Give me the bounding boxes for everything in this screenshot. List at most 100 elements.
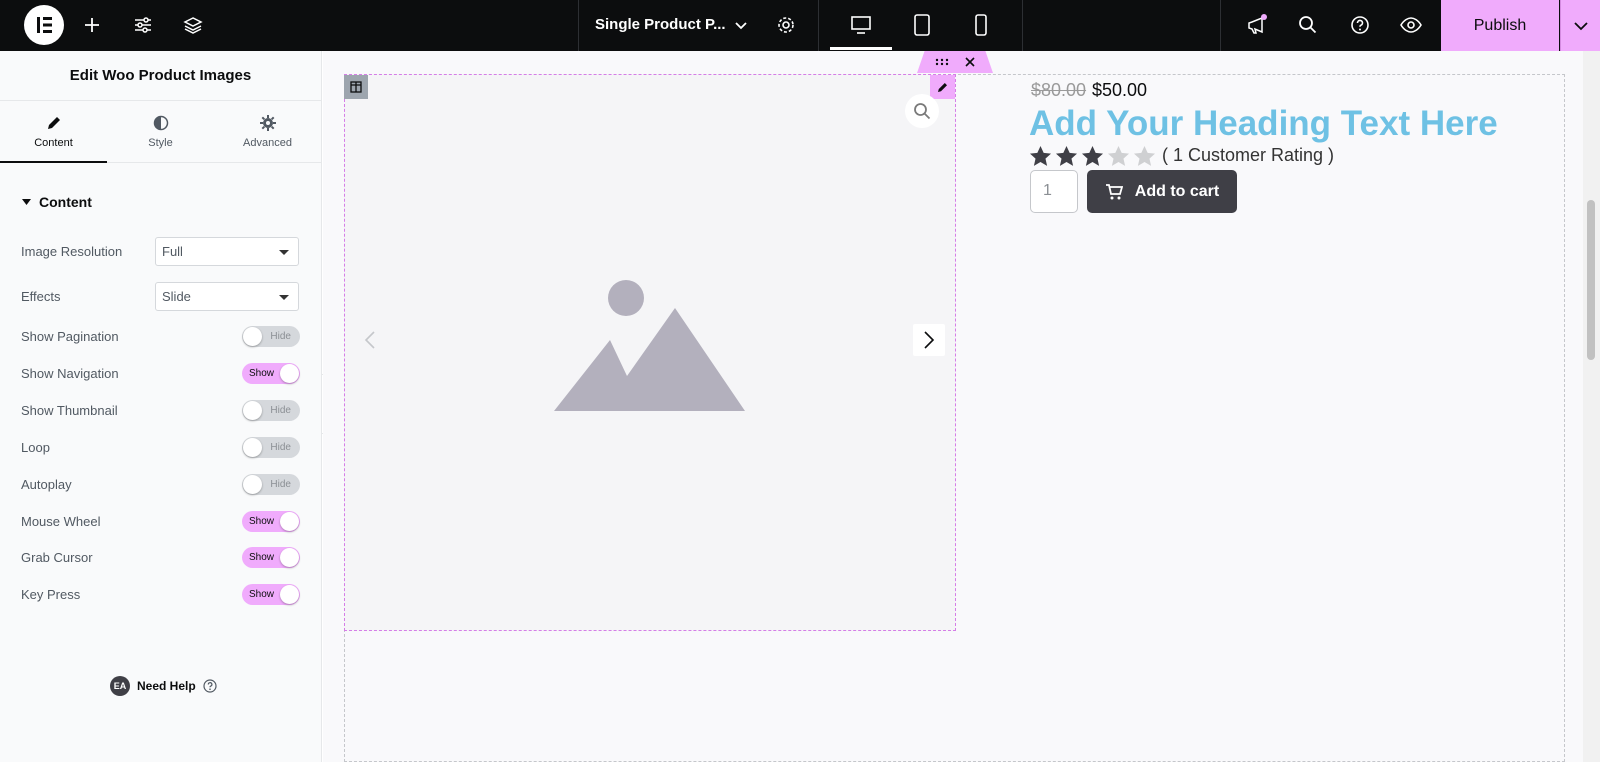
caret-down-icon bbox=[22, 199, 31, 205]
ea-logo-icon: EA bbox=[110, 676, 130, 696]
search-icon[interactable] bbox=[1296, 13, 1320, 37]
tab-label: Advanced bbox=[243, 136, 292, 149]
chevron-left-icon bbox=[364, 331, 375, 349]
caret-down-icon bbox=[279, 250, 289, 255]
show-thumbnail-label: Show Thumbnail bbox=[21, 403, 118, 418]
star-empty-icon bbox=[1107, 145, 1130, 166]
need-help-link[interactable]: EA Need Help bbox=[110, 676, 217, 696]
divider bbox=[818, 0, 819, 51]
product-heading[interactable]: Add Your Heading Text Here bbox=[1029, 104, 1498, 144]
grab-cursor-label: Grab Cursor bbox=[21, 550, 93, 565]
star-rating bbox=[1029, 145, 1156, 167]
publish-options-chevron-icon[interactable] bbox=[1560, 0, 1600, 51]
mouse-wheel-toggle[interactable]: Show bbox=[242, 511, 300, 532]
image-resolution-select[interactable]: Full bbox=[155, 237, 299, 266]
effects-label: Effects bbox=[21, 289, 61, 304]
scrollbar[interactable] bbox=[1583, 51, 1600, 762]
mouse-wheel-label: Mouse Wheel bbox=[21, 514, 101, 529]
elementor-logo-icon[interactable] bbox=[24, 5, 64, 45]
pencil-icon bbox=[47, 116, 60, 129]
key-press-toggle[interactable]: Show bbox=[242, 584, 300, 605]
toggle-state: Hide bbox=[270, 479, 291, 490]
star-filled-icon bbox=[1081, 145, 1104, 166]
star-filled-icon bbox=[1055, 145, 1078, 166]
cart-icon bbox=[1105, 183, 1123, 199]
divider bbox=[1220, 0, 1221, 51]
star-empty-icon bbox=[1133, 145, 1156, 166]
tab-content[interactable]: Content bbox=[0, 101, 107, 163]
divider bbox=[1022, 0, 1023, 51]
search-icon bbox=[914, 103, 931, 120]
toggle-state: Show bbox=[249, 368, 275, 379]
autoplay-label: Autoplay bbox=[21, 477, 72, 492]
help-icon[interactable] bbox=[1348, 13, 1372, 37]
panel-title: Edit Woo Product Images bbox=[0, 51, 321, 101]
zoom-button[interactable] bbox=[905, 94, 939, 128]
edit-widget-button[interactable] bbox=[930, 75, 955, 99]
show-pagination-toggle[interactable]: Hide bbox=[242, 326, 300, 347]
gear-icon bbox=[259, 114, 276, 131]
tab-style[interactable]: Style bbox=[107, 101, 214, 162]
star-filled-icon bbox=[1029, 145, 1052, 166]
divider bbox=[578, 0, 579, 51]
editor-panel: Edit Woo Product Images Content Style Ad… bbox=[0, 51, 322, 762]
toggle-state: Hide bbox=[270, 405, 291, 416]
active-device-indicator bbox=[830, 47, 892, 50]
eye-icon[interactable] bbox=[1399, 13, 1423, 37]
page-title[interactable]: Single Product P... bbox=[595, 16, 726, 33]
effects-select[interactable]: Slide bbox=[155, 282, 299, 311]
select-value: Slide bbox=[162, 289, 191, 304]
help-icon bbox=[203, 679, 217, 693]
scrollbar-thumb[interactable] bbox=[1587, 200, 1595, 360]
publish-button[interactable]: Publish bbox=[1441, 0, 1559, 51]
toggle-state: Show bbox=[249, 589, 275, 600]
content-section-toggle[interactable]: Content bbox=[22, 194, 92, 210]
widget-handle[interactable] bbox=[917, 51, 993, 73]
image-resolution-label: Image Resolution bbox=[21, 244, 123, 259]
next-slide-button[interactable] bbox=[913, 324, 945, 356]
show-pagination-label: Show Pagination bbox=[21, 329, 119, 344]
loop-toggle[interactable]: Hide bbox=[242, 437, 300, 458]
key-press-label: Key Press bbox=[21, 587, 81, 602]
column-handle[interactable] bbox=[344, 75, 368, 99]
section-title: Content bbox=[39, 194, 92, 210]
add-to-cart-label: Add to cart bbox=[1134, 182, 1220, 200]
gear-icon[interactable] bbox=[774, 13, 798, 37]
chevron-down-icon[interactable] bbox=[729, 13, 753, 37]
contrast-icon bbox=[153, 115, 168, 130]
quantity-input[interactable]: 1 bbox=[1030, 170, 1078, 213]
tab-label: Style bbox=[148, 136, 173, 149]
sale-price: $50.00 bbox=[1092, 80, 1148, 100]
prev-slide-button[interactable] bbox=[354, 324, 386, 356]
show-navigation-label: Show Navigation bbox=[21, 366, 119, 381]
drag-handle-icon[interactable] bbox=[935, 58, 949, 66]
chevron-right-icon bbox=[924, 331, 935, 349]
sliders-icon[interactable] bbox=[131, 13, 155, 37]
show-thumbnail-toggle[interactable]: Hide bbox=[242, 400, 300, 421]
mobile-icon[interactable] bbox=[969, 13, 993, 37]
select-value: Full bbox=[162, 244, 183, 259]
tablet-icon[interactable] bbox=[910, 13, 934, 37]
tab-label: Content bbox=[34, 136, 73, 149]
customer-rating-link[interactable]: ( 1 Customer Rating ) bbox=[1162, 145, 1334, 166]
toggle-state: Show bbox=[249, 552, 275, 563]
autoplay-toggle[interactable]: Hide bbox=[242, 474, 300, 495]
desktop-icon[interactable] bbox=[849, 13, 873, 37]
plus-icon[interactable] bbox=[80, 13, 104, 37]
caret-down-icon bbox=[279, 295, 289, 300]
add-to-cart-button[interactable]: Add to cart bbox=[1087, 170, 1237, 213]
layers-icon[interactable] bbox=[181, 13, 205, 37]
megaphone-icon[interactable] bbox=[1245, 13, 1269, 37]
loop-label: Loop bbox=[21, 440, 50, 455]
pencil-icon bbox=[937, 83, 947, 92]
close-icon[interactable] bbox=[965, 57, 975, 67]
panel-tabs: Content Style Advanced bbox=[0, 101, 321, 163]
show-navigation-toggle[interactable]: Show bbox=[242, 363, 300, 384]
toggle-state: Hide bbox=[270, 331, 291, 342]
column-icon bbox=[350, 81, 362, 93]
toggle-state: Show bbox=[249, 516, 275, 527]
grab-cursor-toggle[interactable]: Show bbox=[242, 547, 300, 568]
tab-advanced[interactable]: Advanced bbox=[214, 101, 321, 162]
need-help-label: Need Help bbox=[137, 679, 196, 693]
top-bar: Single Product P... Publish bbox=[0, 0, 1600, 51]
